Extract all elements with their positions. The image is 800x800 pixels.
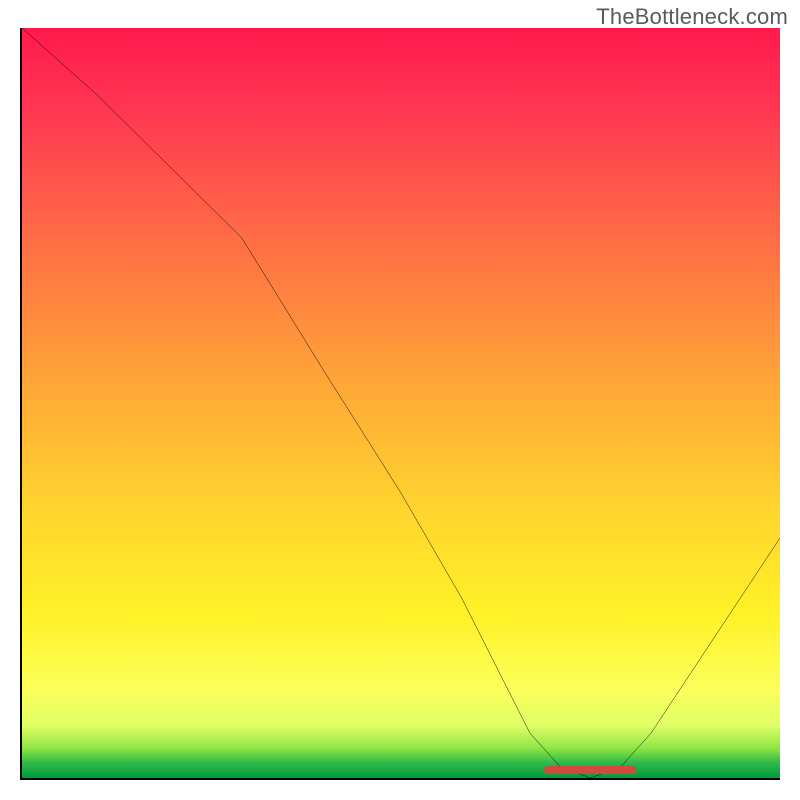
bottleneck-curve	[22, 28, 780, 778]
watermark-text: TheBottleneck.com	[596, 4, 788, 30]
chart-area	[20, 28, 780, 780]
optimal-range-marker	[544, 766, 635, 774]
x-axis	[20, 778, 780, 780]
